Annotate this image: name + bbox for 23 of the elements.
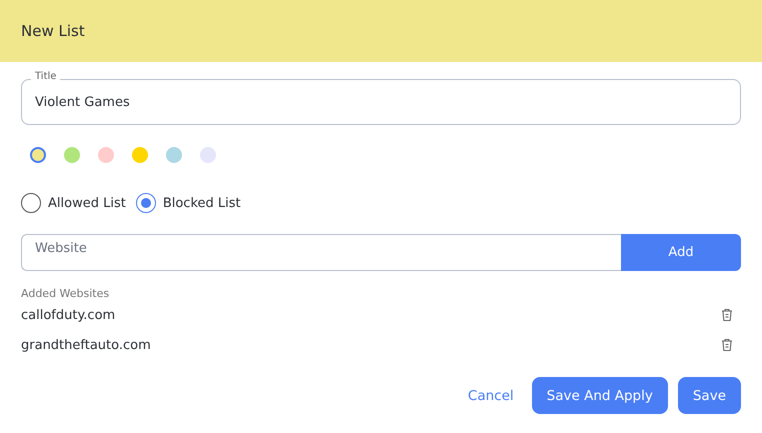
trash-icon[interactable] xyxy=(720,308,734,322)
field-label: Title xyxy=(31,71,60,82)
color-option[interactable] xyxy=(200,147,216,163)
color-option[interactable] xyxy=(98,147,114,163)
color-option[interactable] xyxy=(166,147,182,163)
radio-label: Allowed List xyxy=(48,196,126,210)
website-name: callofduty.com xyxy=(21,308,116,322)
trash-icon[interactable] xyxy=(720,338,734,352)
color-option[interactable] xyxy=(30,147,46,163)
section-label: Added Websites xyxy=(21,287,110,300)
add-button[interactable]: Add xyxy=(621,234,741,271)
color-option[interactable] xyxy=(132,147,148,163)
radio-button[interactable] xyxy=(136,193,156,213)
radio-button[interactable] xyxy=(21,193,41,213)
color-option[interactable] xyxy=(64,147,80,163)
website-field[interactable]: Website xyxy=(21,234,621,271)
dialog-title: New List xyxy=(21,22,85,40)
action-button[interactable]: Save xyxy=(678,377,741,414)
website-name: grandtheftauto.com xyxy=(21,338,151,352)
title-field[interactable]: Violent Games xyxy=(21,79,741,125)
radio-label: Blocked List xyxy=(162,196,241,210)
action-button[interactable]: Save And Apply xyxy=(532,377,668,414)
cancel-link[interactable]: Cancel xyxy=(460,377,522,414)
